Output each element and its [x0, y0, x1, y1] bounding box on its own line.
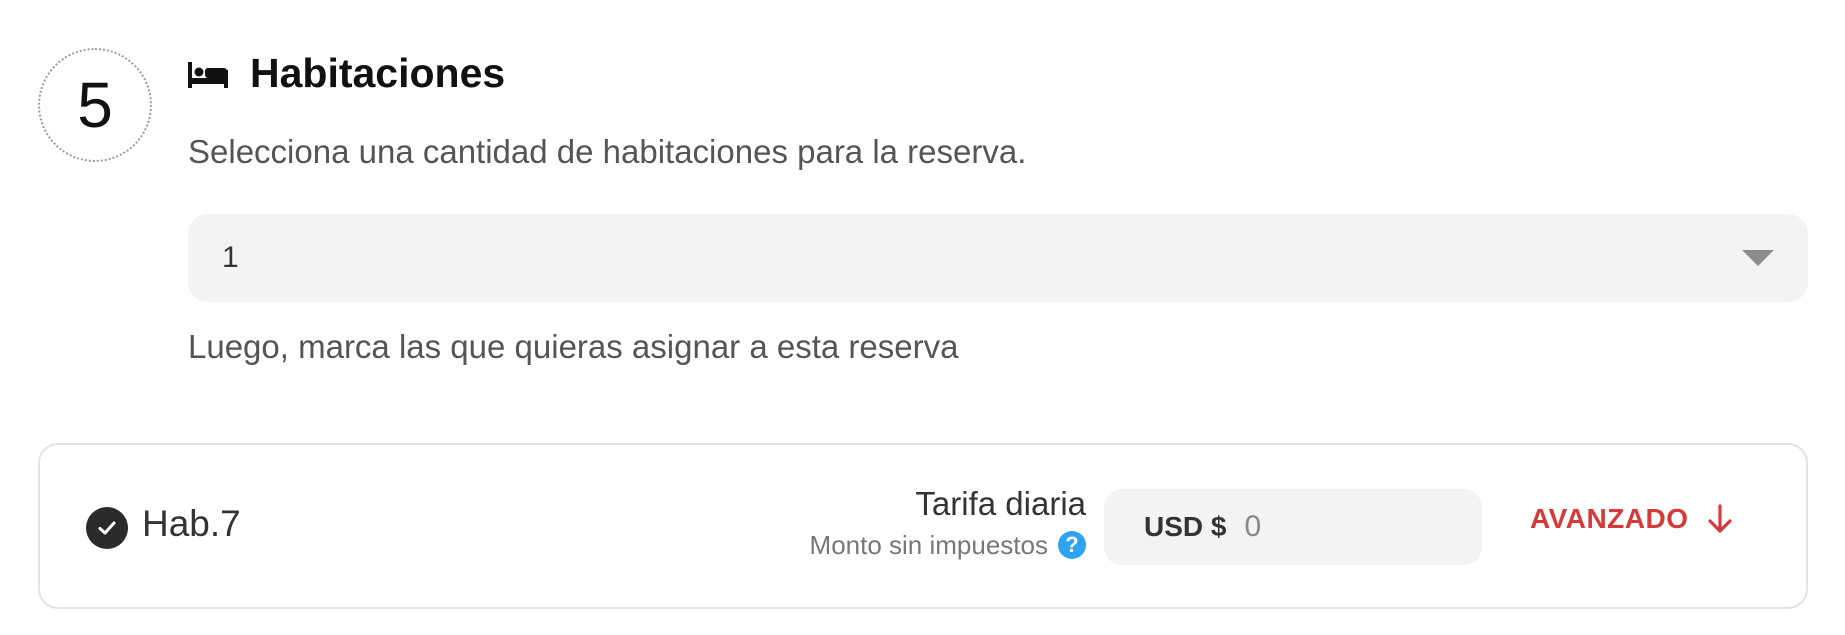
arrow-down-icon [1707, 504, 1732, 533]
currency-label: USD $ [1144, 511, 1227, 542]
rate-sublabel-row: Monto sin impuestos ? [810, 525, 1086, 565]
advanced-button[interactable]: AVANZADO [1530, 503, 1735, 535]
help-icon[interactable]: ? [1058, 531, 1086, 559]
advanced-label: AVANZADO [1530, 503, 1689, 534]
step-number-badge: 5 [38, 48, 152, 162]
room-count-value: 1 [222, 241, 239, 274]
room-count-select[interactable]: 1 [188, 214, 1808, 302]
step-number: 5 [77, 69, 113, 141]
room-card: Hab.7 Tarifa diaria Monto sin impuestos … [38, 443, 1808, 609]
chevron-down-icon [1742, 250, 1774, 266]
section-subtitle: Selecciona una cantidad de habitaciones … [188, 133, 1027, 170]
bed-icon [188, 61, 228, 88]
section-header: Habitaciones [188, 50, 505, 97]
daily-rate-input[interactable]: USD $ 0 [1104, 489, 1482, 565]
daily-rate-value[interactable]: 0 [1244, 510, 1261, 544]
room-checkbox[interactable] [86, 507, 128, 549]
room-name: Hab.7 [142, 503, 241, 544]
section-title: Habitaciones [250, 50, 506, 96]
rate-label: Tarifa diaria [915, 485, 1086, 522]
rate-label-block: Tarifa diaria Monto sin impuestos ? [810, 483, 1086, 565]
room-selection-hint: Luego, marca las que quieras asignar a e… [188, 328, 959, 365]
rate-sublabel: Monto sin impuestos [809, 530, 1048, 560]
checkmark-icon [98, 521, 116, 535]
